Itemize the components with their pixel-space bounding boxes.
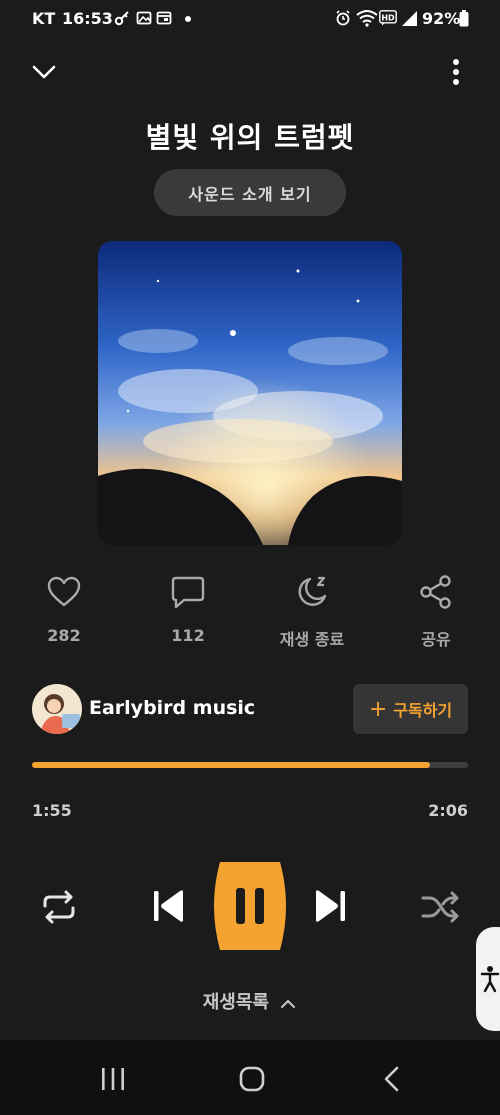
repeat-icon[interactable]	[40, 888, 78, 926]
sleep-timer-label: 재생 종료	[279, 630, 345, 649]
next-icon[interactable]	[313, 888, 347, 924]
artist-name[interactable]: Earlybird music	[89, 697, 255, 719]
album-artwork	[98, 241, 402, 545]
chevron-down-icon[interactable]	[30, 58, 58, 86]
battery-icon	[459, 10, 469, 27]
signal-icon	[402, 11, 417, 26]
hd-icon: HD	[379, 10, 397, 26]
key-icon	[114, 11, 129, 26]
back-icon[interactable]	[382, 1066, 402, 1092]
sleep-timer-action[interactable]: 재생 종료	[257, 570, 367, 650]
more-options-icon[interactable]	[446, 58, 466, 86]
subscribe-label: 구독하기	[393, 701, 453, 720]
comment-action[interactable]: 112	[133, 570, 243, 650]
like-action[interactable]: 282	[9, 570, 119, 650]
carrier-label: KT	[32, 9, 56, 28]
share-label: 공유	[421, 630, 451, 649]
pause-button[interactable]	[208, 858, 292, 954]
dot-icon	[185, 16, 191, 22]
alarm-icon	[336, 10, 350, 26]
accessibility-icon	[480, 966, 500, 993]
image-icon	[136, 11, 152, 25]
total-time: 2:06	[428, 801, 468, 820]
comment-count: 112	[171, 626, 205, 645]
plus-icon: +	[368, 696, 388, 722]
subscribe-button[interactable]: + 구독하기	[353, 684, 468, 734]
home-icon[interactable]	[239, 1066, 265, 1092]
chevron-up-icon	[281, 999, 296, 1008]
progress-fill	[32, 762, 430, 768]
recent-apps-icon[interactable]	[100, 1067, 126, 1091]
sleep-timer-icon	[298, 576, 327, 606]
wifi-icon	[356, 10, 378, 27]
playlist-label: 재생목록	[202, 992, 269, 1013]
share-icon	[420, 575, 451, 609]
artist-avatar[interactable]	[32, 684, 82, 734]
pause-icon	[236, 888, 245, 924]
share-action[interactable]: 공유	[381, 570, 491, 650]
battery-percent: 92%	[422, 9, 461, 28]
comment-icon	[171, 576, 205, 609]
like-count: 282	[47, 626, 81, 645]
accessibility-button[interactable]	[476, 927, 500, 1031]
playlist-toggle[interactable]: 재생목록	[0, 988, 500, 1014]
shuffle-icon[interactable]	[420, 888, 460, 926]
progress-bar[interactable]	[32, 762, 468, 768]
clock: 16:53	[62, 9, 113, 28]
track-title: 별빛 위의 트럼펫	[145, 121, 355, 154]
previous-icon[interactable]	[152, 888, 186, 924]
heart-icon	[47, 576, 81, 607]
current-time: 1:55	[32, 801, 72, 820]
svg-text:HD: HD	[381, 14, 395, 23]
calendar-icon	[156, 11, 172, 25]
sound-intro-button[interactable]: 사운드 소개 보기	[154, 169, 346, 216]
status-bar: KT 16:53 HD 92%	[0, 0, 500, 38]
system-nav-bar	[0, 1040, 500, 1115]
